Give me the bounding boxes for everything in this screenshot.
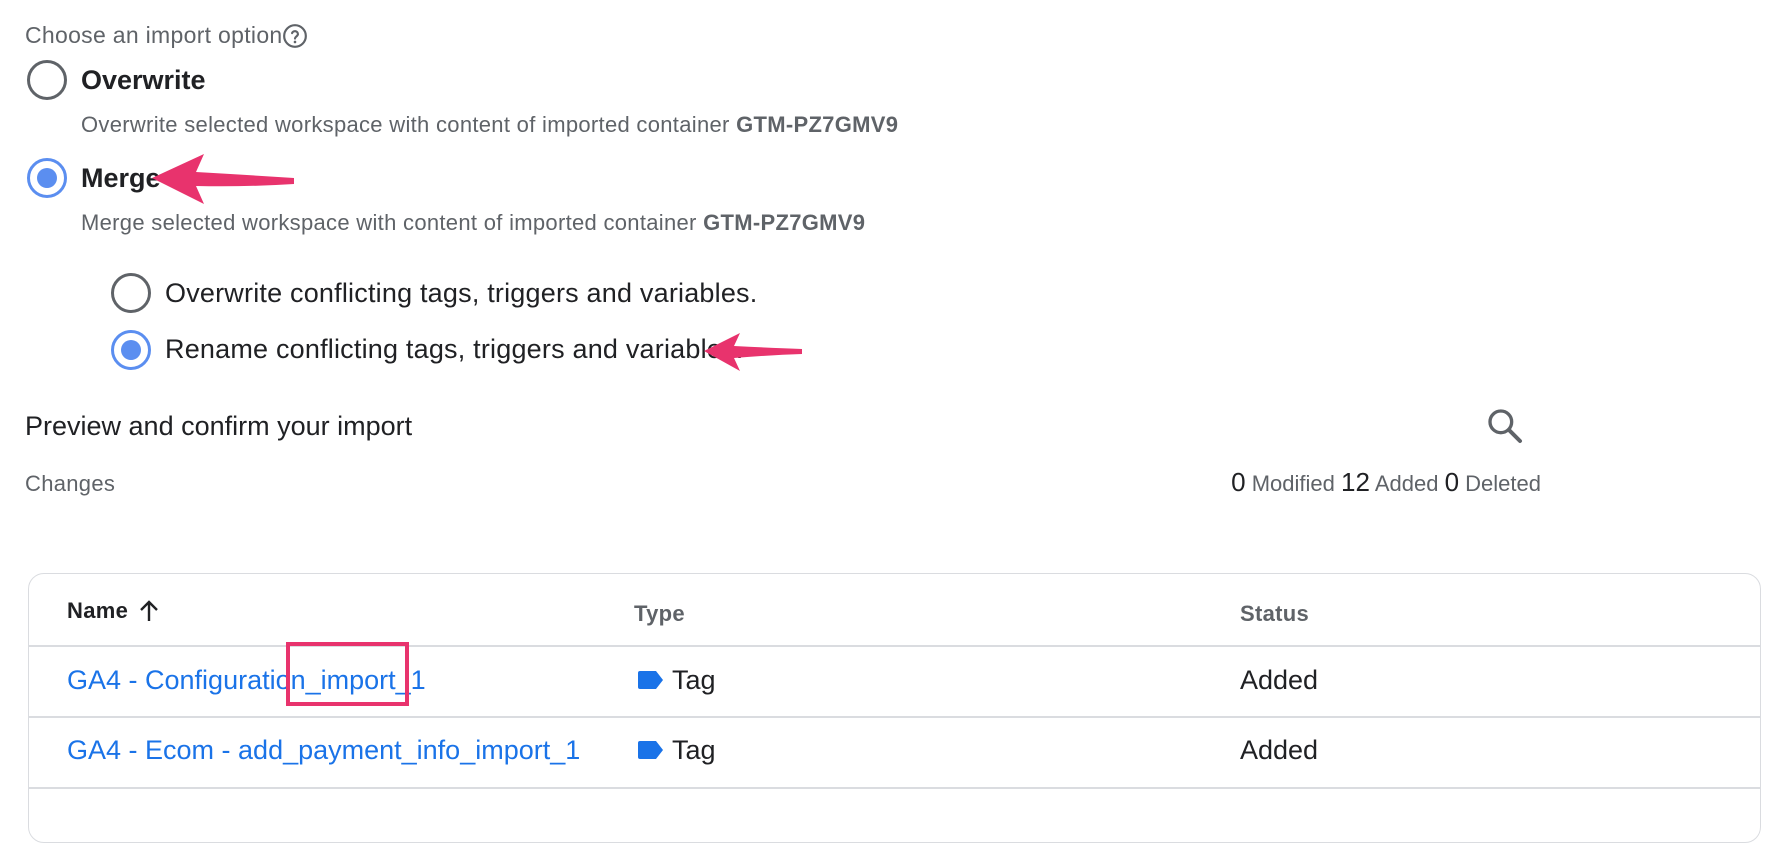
added-count: 12 [1340, 467, 1370, 497]
overwrite-option-description: Overwrite selected workspace with conten… [81, 112, 899, 137]
tag-type [636, 740, 664, 765]
preview-title: Preview and confirm your import [25, 411, 413, 441]
row-status: Added [1240, 665, 1319, 695]
changes-table: Name Type Status GA4 - Configuration_imp… [28, 573, 1761, 843]
changes-label: Changes [25, 471, 116, 496]
row-type: Tag [672, 665, 716, 695]
name-header-label: Name [67, 598, 129, 623]
rename-conflicting-label[interactable]: Rename conflicting tags, triggers and va… [165, 334, 743, 365]
highlight-box [286, 642, 409, 706]
import-option-label: Choose an import option [25, 22, 283, 48]
overwrite-radio[interactable] [27, 60, 67, 100]
tag-type [636, 670, 664, 695]
table-row[interactable]: GA4 - Ecom - add_payment_info_import_1 T… [29, 717, 1760, 787]
merge-option-description: Merge selected workspace with content of… [81, 210, 866, 235]
merge-radio[interactable] [27, 158, 67, 198]
row-name-link[interactable]: GA4 - Ecom - add_payment_info_import_1 [67, 735, 580, 766]
name-column-header[interactable]: Name [67, 598, 160, 624]
container-id: GTM-PZ7GMV9 [703, 210, 866, 235]
tag-icon [638, 671, 663, 689]
overwrite-conflicting-label[interactable]: Overwrite conflicting tags, triggers and… [165, 278, 757, 309]
status-column-header[interactable]: Status [1240, 601, 1309, 627]
overwrite-option-title[interactable]: Overwrite [81, 65, 206, 96]
row-type: Tag [672, 735, 716, 765]
table-row[interactable]: GA4 - Configuration_import_1 Tag Added [29, 642, 1760, 716]
annotation-arrow-icon [704, 333, 802, 371]
type-column-header[interactable]: Type [634, 601, 685, 627]
modified-label: Modified [1251, 471, 1335, 496]
row-divider [29, 787, 1760, 789]
arrow-up-icon [140, 600, 158, 621]
container-id: GTM-PZ7GMV9 [736, 112, 899, 137]
changes-summary: 0 Modified 12 Added 0 Deleted [1231, 467, 1541, 498]
help-icon[interactable] [282, 23, 308, 49]
overwrite-conflicting-radio[interactable] [111, 273, 151, 313]
deleted-count: 0 [1444, 467, 1460, 497]
row-status: Added [1240, 735, 1319, 765]
added-label: Added [1374, 471, 1439, 496]
tag-icon [638, 741, 663, 759]
annotation-arrow-icon [152, 154, 294, 204]
deleted-label: Deleted [1465, 471, 1541, 496]
search-icon[interactable] [1485, 406, 1525, 446]
rename-conflicting-radio[interactable] [111, 330, 151, 370]
modified-count: 0 [1231, 467, 1246, 497]
